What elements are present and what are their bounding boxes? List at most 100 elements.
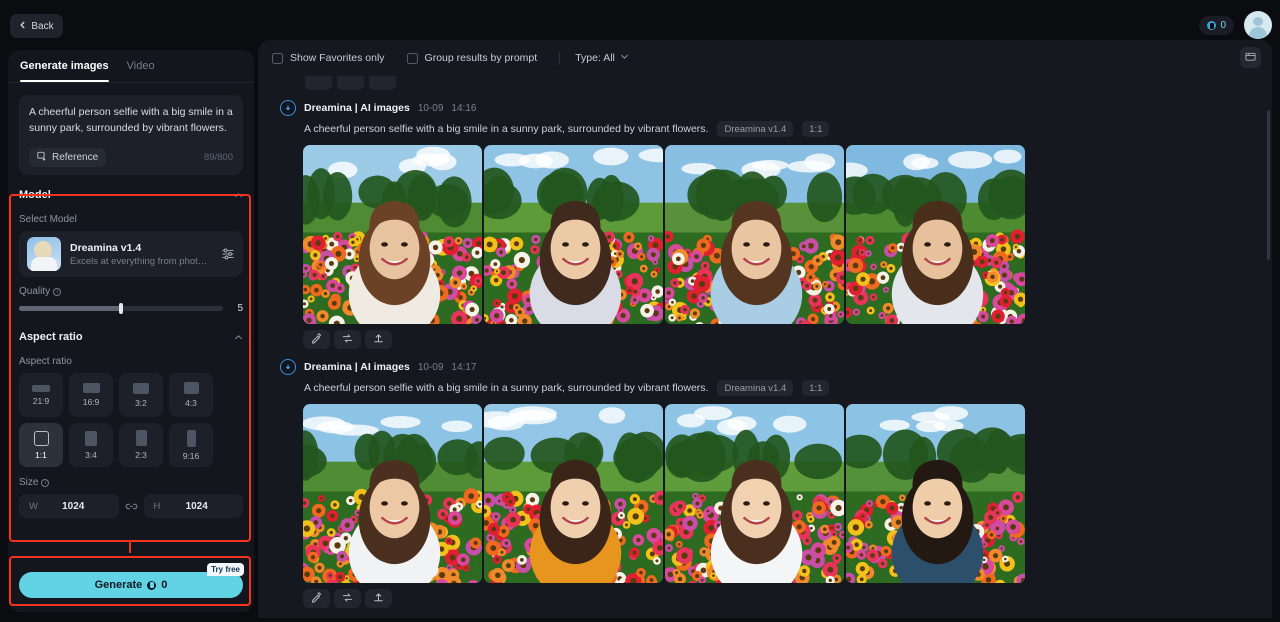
entry-time: 14:17	[451, 361, 477, 373]
credits-value: 0	[1220, 20, 1226, 31]
aspect-ratio-label: 2:3	[135, 450, 147, 460]
entry-prompt: A cheerful person selfie with a big smil…	[304, 382, 709, 394]
quality-label: Quality	[19, 286, 51, 297]
prompt-text[interactable]: A cheerful person selfie with a big smil…	[29, 105, 233, 137]
edit-button[interactable]	[303, 589, 330, 608]
aspect-ratio-3-2[interactable]: 3:2	[119, 373, 163, 417]
toolbar-divider	[559, 51, 561, 65]
aspect-ratio-4-3[interactable]: 4:3	[169, 373, 213, 417]
quality-slider[interactable]	[19, 303, 223, 314]
edit-button[interactable]	[303, 330, 330, 349]
height-field[interactable]: H 1024	[143, 494, 243, 518]
aspect-ratio-sub-label: Aspect ratio	[19, 356, 72, 367]
entry-time: 14:16	[451, 102, 477, 114]
aspect-ratio-shape-icon	[186, 429, 196, 447]
width-field[interactable]: W 1024	[19, 494, 119, 518]
chevron-up-icon	[234, 191, 243, 200]
chevron-left-icon	[19, 21, 27, 32]
download-badge-icon[interactable]	[280, 100, 296, 116]
aspect-ratio-label: 9:16	[182, 450, 200, 461]
regenerate-icon	[342, 331, 353, 349]
quality-slider-thumb[interactable]	[119, 303, 123, 314]
link-icon[interactable]	[125, 500, 138, 513]
results-toolbar: Show Favorites only Group results by pro…	[258, 40, 1272, 76]
download-badge-icon[interactable]	[280, 359, 296, 375]
width-value[interactable]: 1024	[38, 501, 109, 512]
left-settings-panel: Generate images Video A cheerful person …	[8, 50, 254, 612]
prompt-input-box[interactable]: A cheerful person selfie with a big smil…	[19, 95, 243, 175]
reference-button[interactable]: Reference	[29, 148, 107, 167]
model-settings-icon[interactable]	[221, 247, 235, 261]
dreamina-app-window: Back 0 Generate images Video A cheerful …	[0, 0, 1280, 622]
result-image[interactable]	[303, 145, 482, 324]
result-image[interactable]	[846, 404, 1025, 583]
reference-label: Reference	[52, 152, 99, 163]
show-favorites-toggle[interactable]: Show Favorites only	[272, 52, 385, 64]
back-button[interactable]: Back	[10, 14, 63, 38]
entry-source: Dreamina | AI images	[304, 361, 410, 373]
generate-cost: 0	[161, 579, 168, 591]
aspect-ratio-shape-icon	[183, 382, 199, 394]
result-image[interactable]	[665, 404, 844, 583]
credits-indicator[interactable]: 0	[1199, 16, 1234, 35]
aspect-ratio-section: Aspect ratio Aspect ratio 21:9 16:9 3:2 4:3…	[8, 323, 254, 518]
tab-video[interactable]: Video	[127, 60, 155, 82]
width-key: W	[29, 500, 38, 512]
aspect-ratio-1-1[interactable]: 1:1	[19, 423, 63, 467]
prompt-footer: Reference 89/800	[29, 148, 233, 167]
scrolled-action-icons	[258, 76, 1272, 90]
edit-pencil-icon	[311, 331, 322, 349]
aspect-ratio-21-9[interactable]: 21:9	[19, 373, 63, 417]
size-label-row: Size i	[19, 477, 243, 488]
aspect-section-header[interactable]: Aspect ratio	[19, 323, 243, 351]
user-avatar[interactable]	[1244, 11, 1272, 39]
generate-label: Generate	[94, 579, 143, 591]
tab-generate-images[interactable]: Generate images	[20, 60, 109, 82]
result-image[interactable]	[303, 404, 482, 583]
upload-button[interactable]	[365, 589, 392, 608]
type-filter-dropdown[interactable]: Type: All	[575, 52, 629, 64]
result-image[interactable]	[665, 145, 844, 324]
quality-label-row: Quality i	[19, 286, 243, 297]
aspect-ratio-2-3[interactable]: 2:3	[119, 423, 163, 467]
aspect-section-title: Aspect ratio	[19, 331, 83, 343]
results-feed[interactable]: Dreamina | AI images 10-09 14:16 A cheerful…	[258, 76, 1272, 618]
result-image[interactable]	[484, 404, 663, 583]
model-pill: Dreamina v1.4	[717, 121, 794, 137]
group-by-prompt-toggle[interactable]: Group results by prompt	[406, 52, 538, 64]
regenerate-button[interactable]	[334, 589, 361, 608]
vertical-scrollbar[interactable]	[1267, 110, 1270, 260]
upload-icon	[373, 331, 384, 349]
entry-meta-row: A cheerful person selfie with a big smil…	[304, 121, 1272, 137]
height-value[interactable]: 1024	[160, 501, 233, 512]
tab-divider	[8, 82, 254, 83]
model-section: Model Select Model Dreamina v1.4 Excels …	[8, 181, 254, 314]
entry-date: 10-09	[417, 361, 444, 373]
credit-coin-icon	[1207, 21, 1217, 30]
aspect-ratio-16-9[interactable]: 16:9	[69, 373, 113, 417]
gallery-folder-button[interactable]	[1240, 47, 1261, 68]
generate-button[interactable]: Generate 0 Try free	[19, 563, 244, 598]
regenerate-button[interactable]	[334, 330, 361, 349]
size-info-icon[interactable]: i	[41, 479, 50, 487]
entry-source: Dreamina | AI images	[304, 102, 410, 114]
entry-meta-row: A cheerful person selfie with a big smil…	[304, 380, 1272, 396]
model-card[interactable]: Dreamina v1.4 Excels at everything from …	[19, 231, 243, 277]
try-free-badge: Try free	[207, 563, 244, 576]
scrolled-icon	[305, 76, 332, 90]
aspect-ratio-9-16[interactable]: 9:16	[169, 423, 213, 467]
upload-button[interactable]	[365, 330, 392, 349]
result-image-row	[303, 404, 1272, 583]
scrolled-icon	[369, 76, 396, 90]
aspect-ratio-shape-icon	[85, 430, 97, 446]
quality-slider-fill	[19, 306, 121, 311]
model-section-header[interactable]: Model	[19, 181, 243, 209]
result-image[interactable]	[484, 145, 663, 324]
checkbox-icon[interactable]	[272, 52, 283, 64]
result-image[interactable]	[846, 145, 1025, 324]
quality-info-icon[interactable]: i	[53, 288, 62, 296]
model-info: Dreamina v1.4 Excels at everything from …	[70, 242, 212, 267]
group-by-prompt-label: Group results by prompt	[424, 52, 538, 64]
aspect-ratio-3-4[interactable]: 3:4	[69, 423, 113, 467]
checkbox-icon[interactable]	[406, 52, 418, 64]
